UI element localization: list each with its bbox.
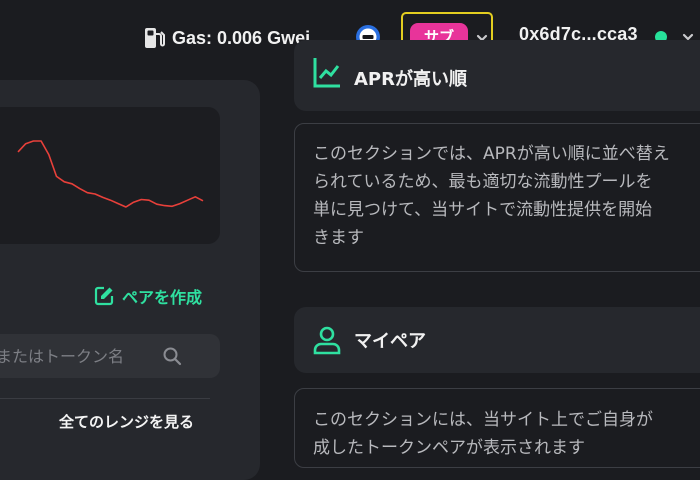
chart-series-line bbox=[17, 140, 204, 208]
apr-description-card: このセクションでは、APRが高い順に並べ替え られているため、最も適切な流動性プ… bbox=[294, 123, 700, 272]
search-input[interactable] bbox=[0, 334, 180, 378]
apr-section-header[interactable]: APRが高い順 bbox=[294, 40, 700, 111]
gas-price-label: Gas: 0.006 Gwei bbox=[172, 27, 311, 48]
divider bbox=[0, 398, 210, 399]
apr-description: このセクションでは、APRが高い順に並べ替え られているため、最も適切な流動性プ… bbox=[313, 144, 670, 248]
price-chart bbox=[0, 107, 220, 244]
chart-up-icon bbox=[313, 58, 340, 88]
create-pair-button[interactable]: ペアを作成 bbox=[93, 284, 202, 308]
search-icon bbox=[163, 347, 182, 366]
create-pair-label: ペアを作成 bbox=[122, 288, 203, 307]
my-pairs-section-header[interactable]: マイペア bbox=[294, 307, 700, 373]
my-pairs-title: マイペア bbox=[354, 331, 426, 352]
my-pairs-description-card: このセクションには、当サイト上でご自身が 成したトークンペアが表示されます bbox=[294, 388, 700, 468]
see-all-ranges-link[interactable]: 全てのレンジを見る bbox=[59, 411, 194, 432]
gas-price-indicator: Gas: 0.006 Gwei bbox=[142, 24, 310, 52]
my-pairs-description: このセクションには、当サイト上でご自身が 成したトークンペアが表示されます bbox=[313, 410, 653, 458]
gas-pump-icon bbox=[145, 28, 165, 48]
token-search[interactable] bbox=[0, 334, 220, 378]
price-chart-svg bbox=[17, 140, 204, 208]
user-icon bbox=[313, 326, 341, 355]
apr-section-title: APRが高い順 bbox=[354, 69, 467, 90]
edit-icon bbox=[94, 286, 114, 306]
